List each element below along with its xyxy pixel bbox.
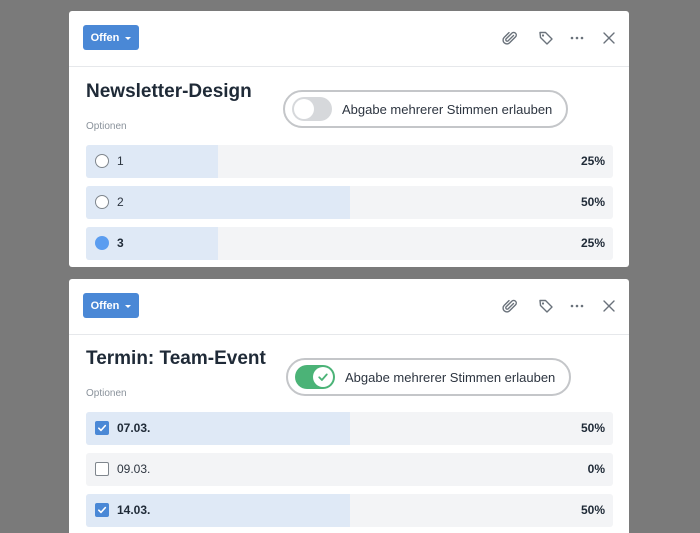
caret-down-icon [125,304,132,308]
more-dots-icon[interactable] [567,28,587,48]
toggle-label: Abgabe mehrerer Stimmen erlauben [345,369,556,385]
option-label: 09.03. [117,462,151,476]
options-section-label: Optionen [86,121,127,132]
toggle-switch[interactable] [295,365,335,389]
option-percent: 50% [580,421,605,435]
poll-option[interactable]: 1 25% [86,145,613,178]
poll-option[interactable]: 2 50% [86,186,613,219]
poll-option[interactable]: 07.03. 50% [86,412,613,445]
status-label: Offen [90,31,120,44]
options-section-label: Optionen [86,388,127,399]
poll-title: Termin: Team-Event [86,348,266,369]
option-label: 3 [117,236,124,250]
checkbox-checked[interactable] [95,421,109,435]
poll-card-header: Offen [69,279,629,335]
option-label: 07.03. [117,421,151,435]
option-percent: 25% [580,154,605,168]
option-percent: 50% [580,503,605,517]
poll-card-header: Offen [69,11,629,67]
checkbox-checked[interactable] [95,503,109,517]
checkmark-icon [318,373,328,381]
status-label: Offen [90,299,120,312]
toggle-knob [294,99,314,119]
option-percent: 0% [587,462,605,476]
poll-option[interactable]: 14.03. 50% [86,494,613,527]
tag-icon[interactable] [536,28,556,48]
option-percent: 25% [580,236,605,250]
status-dropdown-button[interactable]: Offen [83,25,139,50]
multi-vote-toggle[interactable]: Abgabe mehrerer Stimmen erlauben [283,90,568,128]
caret-down-icon [125,36,132,40]
paperclip-icon[interactable] [500,296,520,316]
toggle-label: Abgabe mehrerer Stimmen erlauben [342,101,553,117]
option-label: 2 [117,195,124,209]
poll-option[interactable]: 3 25% [86,227,613,260]
poll-card-newsletter: Offen Newsletter-Design Abgabe mehrerer … [69,11,629,267]
option-label: 1 [117,154,124,168]
poll-option[interactable]: 09.03. 0% [86,453,613,486]
radio-button[interactable] [95,195,109,209]
option-label: 14.03. [117,503,151,517]
option-percent: 50% [580,195,605,209]
multi-vote-toggle[interactable]: Abgabe mehrerer Stimmen erlauben [286,358,571,396]
toggle-knob [313,367,333,387]
toggle-switch[interactable] [292,97,332,121]
poll-title: Newsletter-Design [86,81,252,102]
poll-card-team-event: Offen Termin: Team-Event Abgabe mehrerer… [69,279,629,533]
more-dots-icon[interactable] [567,296,587,316]
checkmark-icon [98,506,107,514]
vote-share-bar [86,186,350,219]
radio-button-selected[interactable] [95,236,109,250]
close-icon[interactable] [599,296,619,316]
close-icon[interactable] [599,28,619,48]
paperclip-icon[interactable] [500,28,520,48]
radio-button[interactable] [95,154,109,168]
checkmark-icon [98,424,107,432]
tag-icon[interactable] [536,296,556,316]
status-dropdown-button[interactable]: Offen [83,293,139,318]
checkbox[interactable] [95,462,109,476]
